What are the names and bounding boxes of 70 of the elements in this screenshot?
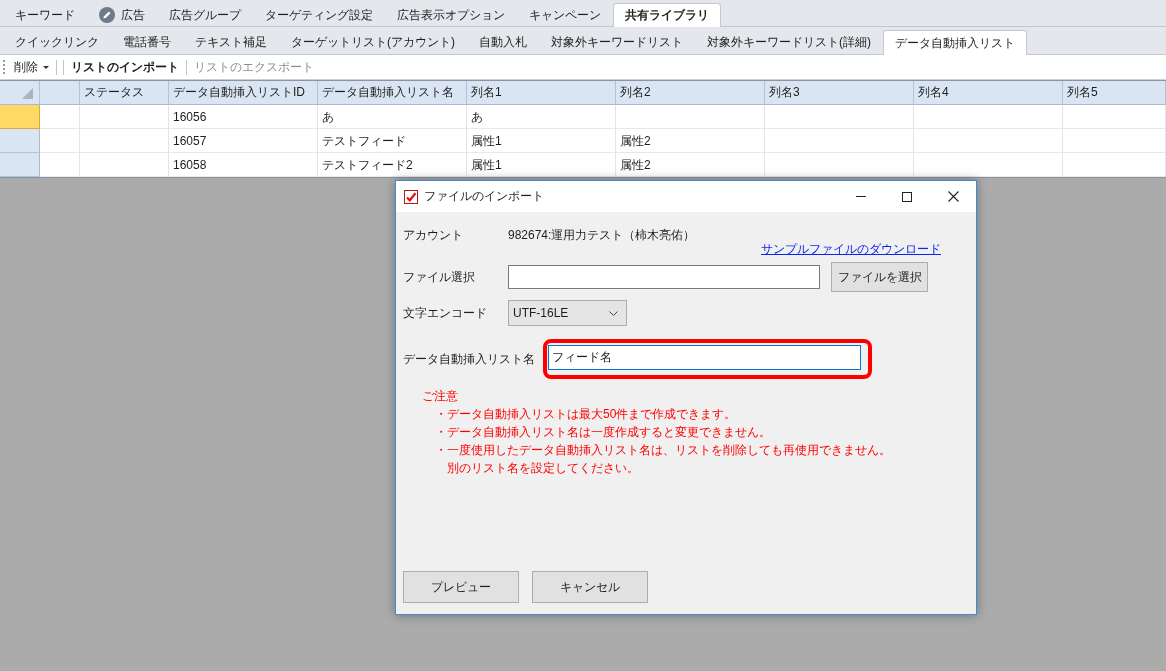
toolbar-button[interactable]: リストのインポート <box>67 57 183 77</box>
encoding-select[interactable]: UTF-16LE <box>508 300 627 326</box>
table-cell: 16056 <box>169 105 318 129</box>
dialog-button[interactable]: プレビュー <box>403 571 519 603</box>
tab[interactable]: 対象外キーワードリスト <box>539 30 695 54</box>
tab[interactable]: クイックリンク <box>3 30 111 54</box>
caret-icon <box>43 65 49 69</box>
row-header[interactable] <box>0 129 40 153</box>
field-label: データ自動挿入リスト名 <box>403 350 536 368</box>
column-header[interactable]: 列名5 <box>1063 81 1166 105</box>
table-cell: テストフィード2 <box>318 153 467 177</box>
window-title: ファイルのインポート <box>424 188 544 205</box>
account-value: 982674:運用力テスト（柿木亮佑） <box>508 227 696 244</box>
table-cell <box>40 129 80 153</box>
dialog-button[interactable]: キャンセル <box>532 571 648 603</box>
table-cell: 16057 <box>169 129 318 153</box>
table-cell <box>40 105 80 129</box>
table-cell: 属性1 <box>467 153 616 177</box>
tab[interactable]: テキスト補足 <box>183 30 279 54</box>
table-cell: テストフィード <box>318 129 467 153</box>
tab[interactable]: 対象外キーワードリスト(詳細) <box>695 30 883 54</box>
table-cell: あ <box>467 105 616 129</box>
table-cell: 属性2 <box>616 129 765 153</box>
tab[interactable]: 広告表示オプション <box>385 3 517 26</box>
notice-text: ・データ自動挿入リスト名は一度作成すると変更できません。 <box>435 424 771 441</box>
dropdown-button[interactable]: 削除 <box>10 57 53 77</box>
tab[interactable]: 自動入札 <box>467 30 539 54</box>
maximize-icon <box>902 191 912 202</box>
column-header[interactable]: 列名4 <box>914 81 1063 105</box>
tab[interactable]: 共有ライブラリ <box>613 3 721 27</box>
tab[interactable]: キーワード <box>3 3 87 26</box>
minimize-icon <box>856 196 866 197</box>
file-path-field[interactable] <box>508 265 820 289</box>
column-header[interactable]: 列名1 <box>467 81 616 105</box>
tab[interactable]: 広告 <box>87 3 157 26</box>
checkmark-icon <box>404 189 418 204</box>
tab[interactable]: 広告グループ <box>157 3 253 26</box>
tab[interactable]: 電話番号 <box>111 30 183 54</box>
list-name-field[interactable]: フィード名 <box>548 345 861 370</box>
column-header[interactable] <box>40 81 80 105</box>
column-header[interactable]: データ自動挿入リスト名 <box>318 81 467 105</box>
tab[interactable]: ターゲティング設定 <box>253 3 385 26</box>
tab[interactable]: データ自動挿入リスト <box>883 30 1027 55</box>
download-link[interactable]: サンプルファイルのダウンロード <box>761 241 941 257</box>
table-cell: 属性1 <box>467 129 616 153</box>
column-header[interactable]: 列名2 <box>616 81 765 105</box>
notice-text: 別のリスト名を設定してください。 <box>446 460 639 477</box>
choose-file-button[interactable]: ファイルを選択 <box>831 262 928 292</box>
field-label: ファイル選択 <box>403 268 476 286</box>
column-header[interactable]: 列名3 <box>765 81 914 105</box>
corner-header[interactable] <box>0 81 40 105</box>
column-header[interactable]: ステータス <box>80 81 169 105</box>
chevron-icon <box>609 310 618 316</box>
pencil-icon <box>99 7 115 23</box>
table-cell: 16058 <box>169 153 318 177</box>
tab[interactable]: キャンペーン <box>517 3 613 26</box>
row-header[interactable] <box>0 153 40 177</box>
table-cell: あ <box>318 105 467 129</box>
field-label: 文字エンコード <box>403 304 488 322</box>
column-header[interactable]: データ自動挿入リストID <box>169 81 318 105</box>
table-cell: 属性2 <box>616 153 765 177</box>
notice-text: ・データ自動挿入リストは最大50件まで作成できます。 <box>435 406 737 423</box>
triangle-icon <box>22 88 33 99</box>
row-header[interactable] <box>0 105 40 129</box>
field-label: アカウント <box>403 227 464 244</box>
notice-title: ご注意 <box>422 388 458 405</box>
tab[interactable]: ターゲットリスト(アカウント) <box>279 30 467 54</box>
notice-text: ・一度使用したデータ自動挿入リスト名は、リストを削除しても再使用できません。 <box>435 442 891 459</box>
table-cell <box>40 153 80 177</box>
close-icon <box>947 191 959 202</box>
